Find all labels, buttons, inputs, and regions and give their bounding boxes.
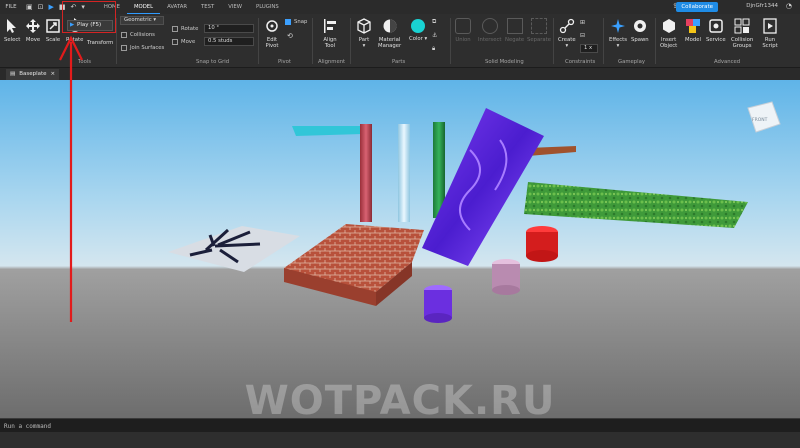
status-bar: [0, 432, 800, 448]
command-bar: [0, 418, 800, 432]
command-input[interactable]: [4, 421, 784, 431]
roblox-studio-window: FILE ▣ ⊡ ▶ ■ ↶ ▾ HOME MODEL AVATAR TEST …: [0, 0, 800, 448]
annotation-arrow: [59, 35, 83, 322]
